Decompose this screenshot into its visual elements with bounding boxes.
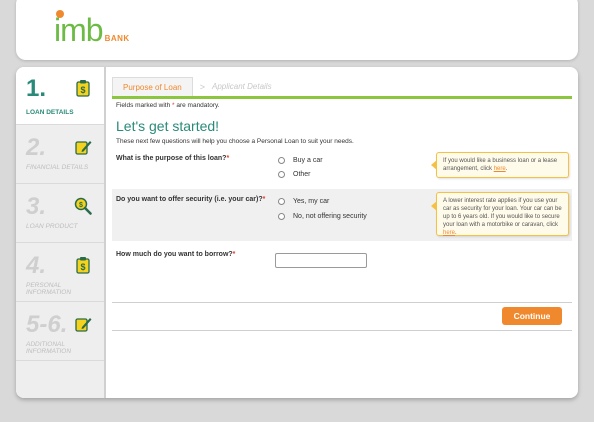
radio-buy-a-car[interactable]: Buy a car <box>278 157 323 164</box>
magnifier-dollar-icon: $ <box>74 197 92 215</box>
step-financial-details[interactable]: 2. FINANCIAL DETAILS <box>16 126 104 184</box>
tooltip-arrow <box>431 201 437 211</box>
radio-button[interactable] <box>278 213 285 220</box>
tab-applicant-details: Applicant Details <box>211 82 272 91</box>
header-bar: imb BANK <box>16 0 578 60</box>
step-number: 3. <box>26 193 47 220</box>
tooltip-security-info: A lower interest rate applies if you use… <box>431 192 569 236</box>
step-label: LOAN PRODUCT <box>26 223 78 230</box>
step-number: 2. <box>26 134 47 161</box>
question-label: How much do you want to borrow?* <box>116 251 236 258</box>
pen-document-icon <box>75 318 92 332</box>
radio-no-security[interactable]: No, not offering security <box>278 213 367 220</box>
tab-underline <box>112 96 572 99</box>
wizard-tabs: Purpose of Loan > Applicant Details <box>112 77 272 96</box>
svg-text:$: $ <box>79 202 83 209</box>
radio-button[interactable] <box>278 198 285 205</box>
step-loan-details[interactable]: 1. LOAN DETAILS $ <box>16 67 104 125</box>
step-loan-product[interactable]: 3. LOAN PRODUCT $ <box>16 185 104 243</box>
question-label: What is the purpose of this loan?* <box>116 155 230 162</box>
radio-yes-my-car[interactable]: Yes, my car <box>278 198 329 205</box>
tooltip-arrow <box>431 160 437 170</box>
step-label: FINANCIAL DETAILS <box>26 164 89 171</box>
step-label: LOAN DETAILS <box>26 109 74 116</box>
tooltip-business-loan: If you would like a business loan or a l… <box>431 152 569 178</box>
continue-button[interactable]: Continue <box>502 307 562 325</box>
step-additional-information[interactable]: 5-6. ADDITIONAL INFORMATION <box>16 303 104 361</box>
tab-purpose-of-loan[interactable]: Purpose of Loan <box>112 77 193 96</box>
radio-other[interactable]: Other <box>278 171 311 178</box>
logo-bank-text: BANK <box>104 34 130 43</box>
borrow-amount-input[interactable] <box>275 253 367 268</box>
clipboard-dollar-icon: $ <box>76 257 90 274</box>
svg-text:$: $ <box>80 85 85 95</box>
question-label: Do you want to offer security (i.e. your… <box>116 196 266 203</box>
step-sidebar: 1. LOAN DETAILS $ 2. FINANCIAL DETAILS 3… <box>16 67 106 398</box>
divider <box>112 330 572 331</box>
step-personal-information[interactable]: 4. PERSONAL INFORMATION $ <box>16 244 104 302</box>
step-number: 4. <box>26 252 47 279</box>
step-number: 1. <box>26 75 47 102</box>
svg-text:$: $ <box>80 262 85 272</box>
pen-document-icon <box>75 141 92 155</box>
page-title: Let's get started! <box>116 118 220 134</box>
step-label: PERSONAL INFORMATION <box>26 282 72 297</box>
radio-button[interactable] <box>278 157 285 164</box>
intro-text: These next few questions will help you c… <box>116 138 354 145</box>
radio-button[interactable] <box>278 171 285 178</box>
application-card: 1. LOAN DETAILS $ 2. FINANCIAL DETAILS 3… <box>16 67 578 398</box>
step-number: 5-6. <box>26 311 68 338</box>
mandatory-note: Fields marked with * are mandatory. <box>116 102 220 109</box>
business-loan-here-link[interactable]: here <box>494 166 506 172</box>
chevron-right-icon: > <box>199 81 205 92</box>
clipboard-dollar-icon: $ <box>76 80 90 97</box>
logo-dot-icon <box>56 10 64 18</box>
logo-wordmark: imb <box>54 10 104 48</box>
form-content: Purpose of Loan > Applicant Details Fiel… <box>106 67 578 398</box>
imb-bank-logo[interactable]: imb BANK <box>54 10 130 48</box>
step-label: ADDITIONAL INFORMATION <box>26 341 72 356</box>
divider <box>112 302 572 303</box>
caravan-here-link[interactable]: here <box>443 230 455 236</box>
